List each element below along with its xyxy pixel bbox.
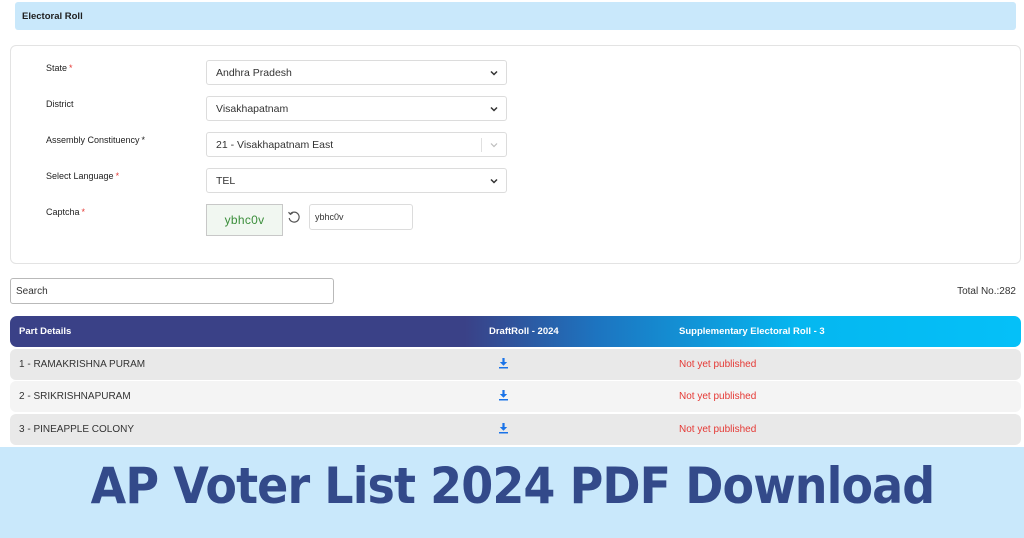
supplementary-status: Not yet published bbox=[679, 423, 757, 435]
table-header: Part Details DraftRoll - 2024 Supplement… bbox=[10, 316, 1021, 347]
table-row: 3 - PINEAPPLE COLONY Not yet published bbox=[10, 413, 1021, 445]
captcha-input[interactable] bbox=[309, 204, 413, 230]
part-name: 3 - PINEAPPLE COLONY bbox=[19, 423, 135, 435]
district-label: District bbox=[46, 99, 74, 109]
search-input[interactable] bbox=[10, 278, 334, 304]
language-select[interactable]: TEL bbox=[206, 168, 507, 193]
part-name: 1 - RAMAKRISHNA PURAM bbox=[19, 358, 146, 370]
page-title: Electoral Roll bbox=[22, 10, 83, 22]
constituency-select[interactable]: 21 - Visakhapatnam East bbox=[206, 132, 507, 157]
constituency-row: Assembly Constituency * 21 - Visakhapatna… bbox=[11, 132, 1020, 162]
download-icon[interactable] bbox=[498, 422, 509, 434]
district-row: District Visakhapatnam bbox=[11, 96, 1020, 126]
state-label: State * bbox=[46, 63, 73, 73]
column-header-supplementary: Supplementary Electoral Roll - 3 bbox=[679, 326, 825, 337]
banner: AP Voter List 2024 PDF Download bbox=[0, 447, 1024, 538]
download-icon[interactable] bbox=[498, 389, 509, 401]
banner-title: AP Voter List 2024 PDF Download bbox=[90, 457, 935, 515]
chevron-down-icon bbox=[489, 68, 499, 78]
supplementary-status: Not yet published bbox=[679, 358, 757, 370]
total-count: Total No.:282 bbox=[957, 286, 1016, 297]
electoral-roll-form: State * Andhra Pradesh District Visakhapa… bbox=[10, 45, 1021, 264]
table-row: 2 - SRIKRISHNAPURAM Not yet published bbox=[10, 381, 1021, 412]
chevron-down-icon bbox=[489, 140, 499, 150]
part-name: 2 - SRIKRISHNAPURAM bbox=[19, 391, 131, 402]
chevron-down-icon bbox=[489, 104, 499, 114]
captcha-row: Captcha * ybhc0v bbox=[11, 204, 1020, 240]
column-header-part-details: Part Details bbox=[19, 326, 72, 337]
column-header-draft-roll: DraftRoll - 2024 bbox=[489, 326, 559, 337]
captcha-image: ybhc0v bbox=[206, 204, 283, 236]
state-row: State * Andhra Pradesh bbox=[11, 60, 1020, 90]
part-table: Part Details DraftRoll - 2024 Supplement… bbox=[10, 316, 1021, 445]
captcha-label: Captcha * bbox=[46, 207, 86, 217]
language-row: Select Language * TEL bbox=[11, 168, 1020, 198]
constituency-label: Assembly Constituency * bbox=[46, 135, 146, 145]
table-row: 1 - RAMAKRISHNA PURAM Not yet published bbox=[10, 348, 1021, 380]
required-asterisk: * bbox=[115, 171, 120, 181]
page: Electoral Roll State * Andhra Pradesh Dis… bbox=[0, 0, 1024, 538]
download-icon[interactable] bbox=[498, 357, 509, 369]
select-separator bbox=[481, 138, 482, 152]
district-select[interactable]: Visakhapatnam bbox=[206, 96, 507, 121]
required-asterisk: * bbox=[69, 63, 73, 73]
page-title-bar: Electoral Roll bbox=[15, 2, 1016, 30]
required-asterisk: * bbox=[81, 207, 86, 217]
required-asterisk: * bbox=[141, 135, 146, 145]
state-select[interactable]: Andhra Pradesh bbox=[206, 60, 507, 85]
language-label: Select Language * bbox=[46, 171, 120, 181]
refresh-captcha-icon[interactable] bbox=[287, 210, 301, 224]
chevron-down-icon bbox=[489, 176, 499, 186]
supplementary-status: Not yet published bbox=[679, 391, 757, 402]
